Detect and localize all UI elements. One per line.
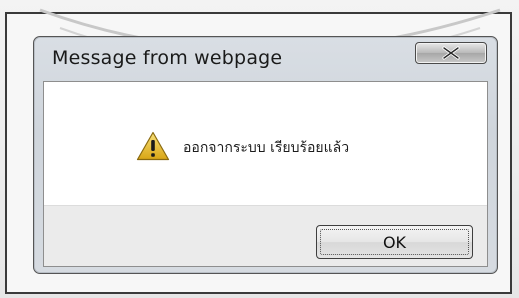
dialog-title: Message from webpage xyxy=(52,47,283,69)
message-area: ออกจากระบบ เรียบร้อยแล้ว xyxy=(44,82,487,205)
close-button[interactable] xyxy=(415,42,487,64)
warning-icon xyxy=(136,131,170,161)
button-bar: OK xyxy=(44,205,487,266)
dialog-titlebar: Message from webpage xyxy=(34,37,497,79)
message-dialog: Message from webpage ออกจากระบบ เรียบร้อ… xyxy=(33,36,498,274)
dialog-content: ออกจากระบบ เรียบร้อยแล้ว OK xyxy=(43,81,488,267)
ok-button-label: OK xyxy=(382,232,407,252)
close-icon xyxy=(442,46,460,60)
ok-button[interactable]: OK xyxy=(316,225,473,259)
message-text: ออกจากระบบ เรียบร้อยแล้ว xyxy=(183,140,350,156)
